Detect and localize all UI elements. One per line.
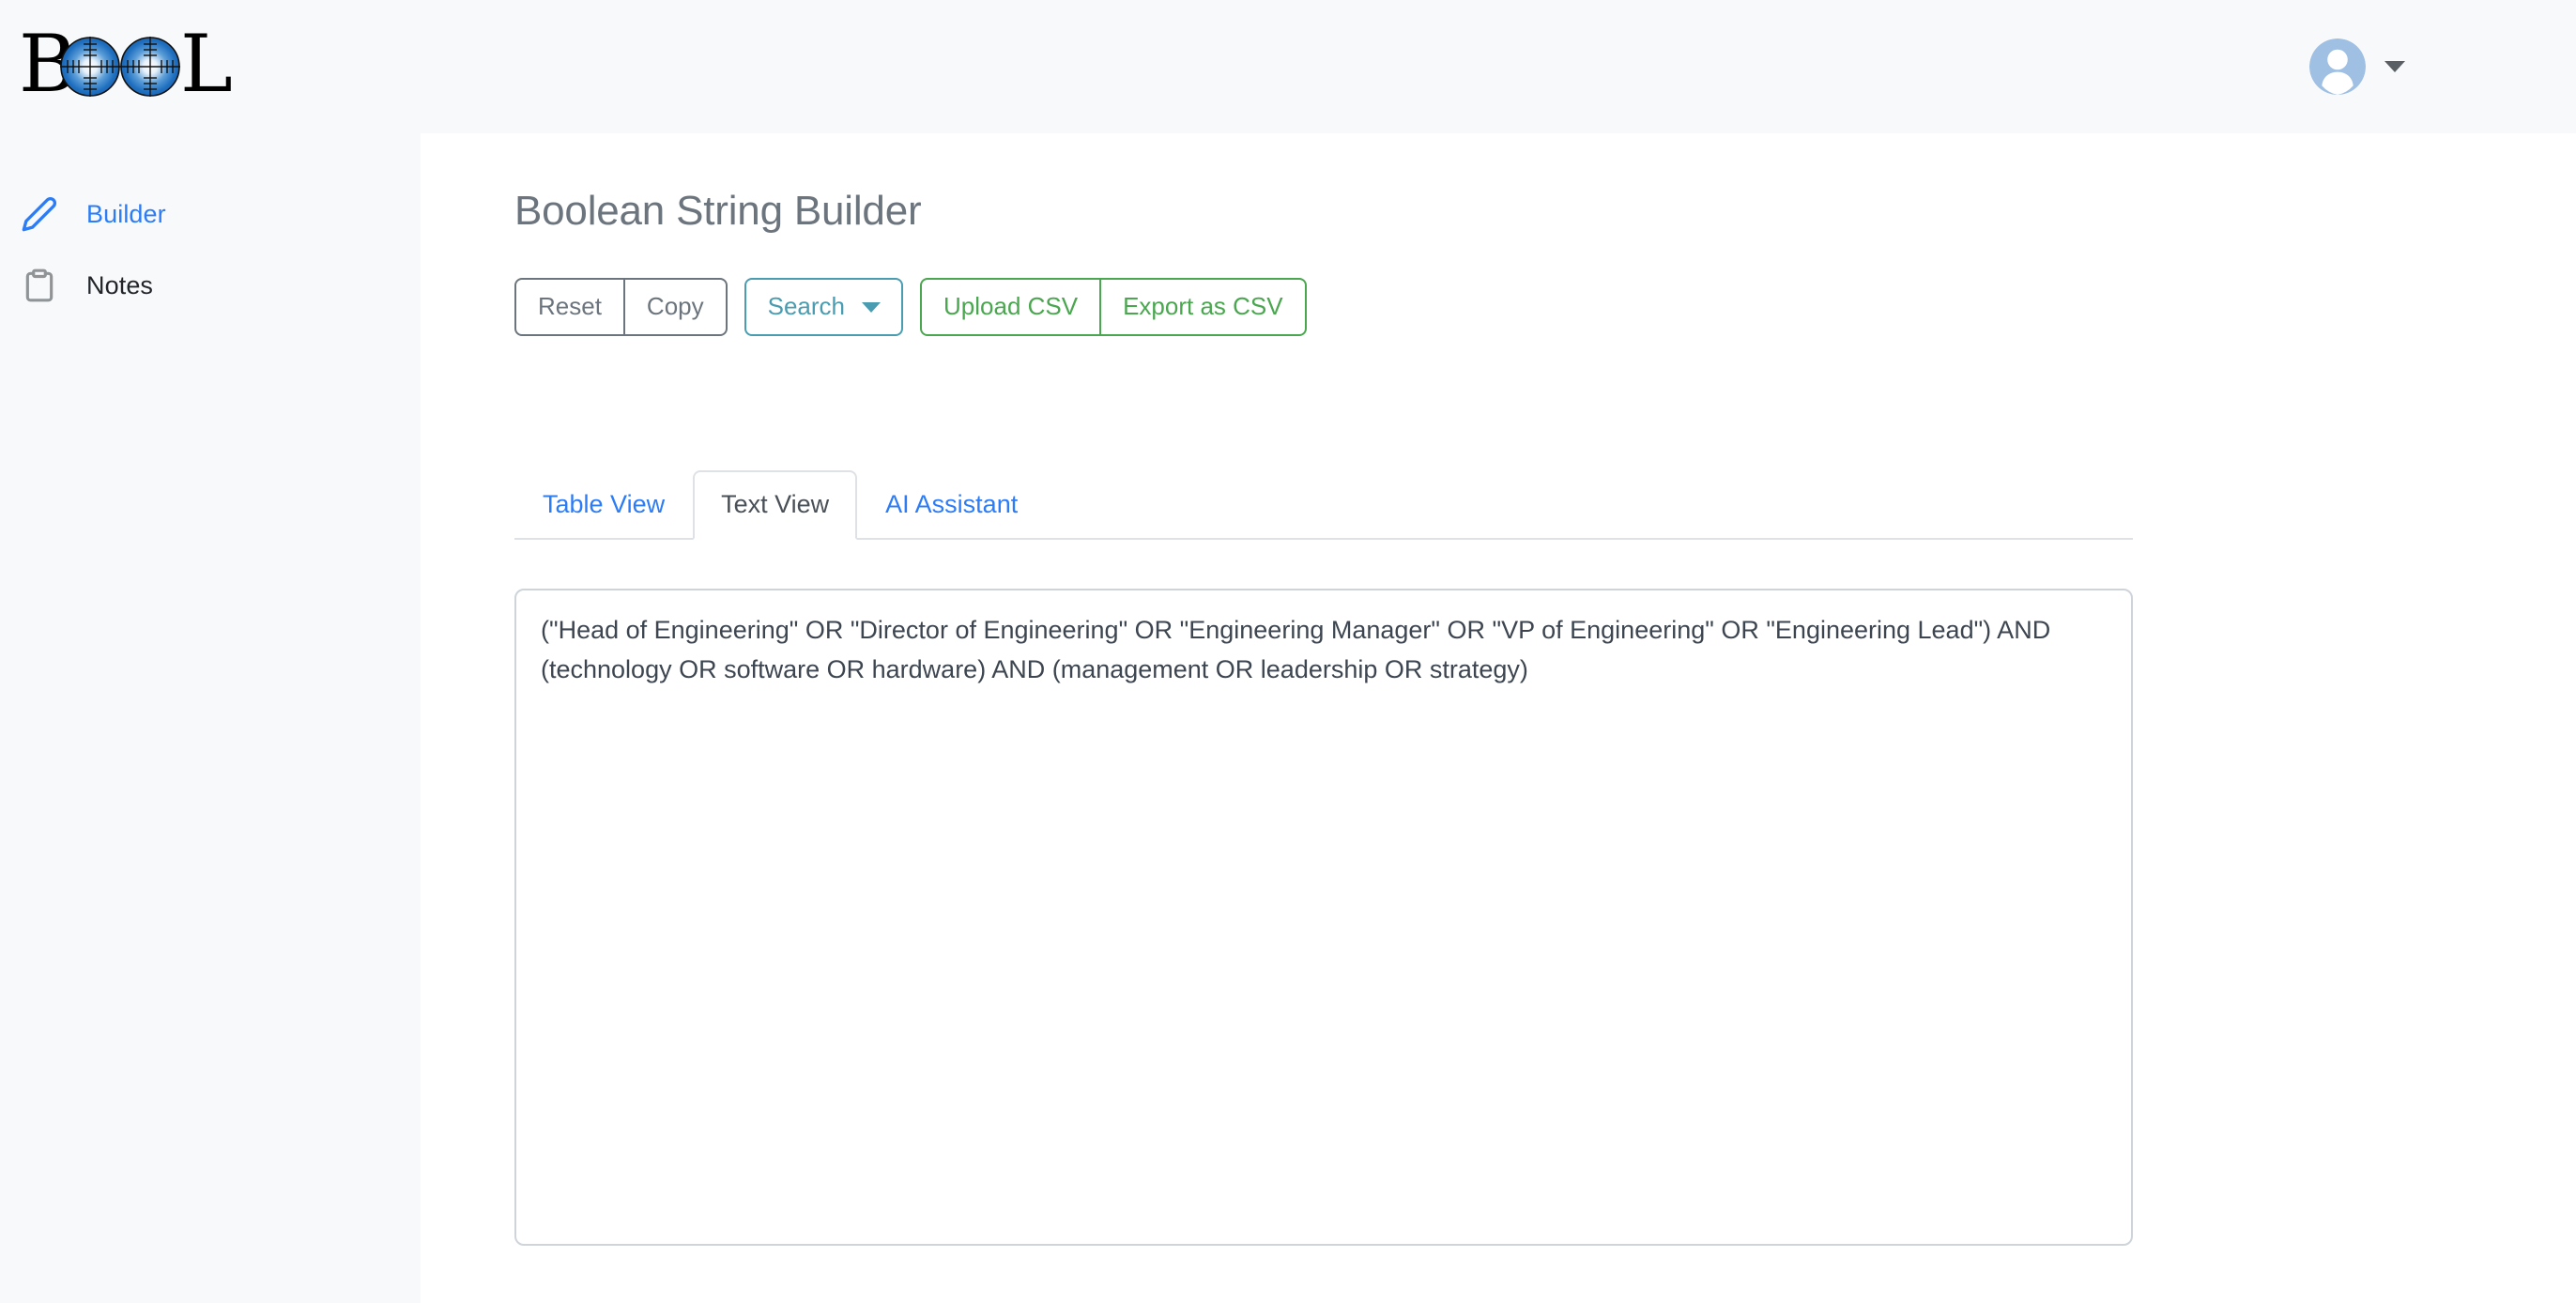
search-dropdown-label: Search [768, 294, 845, 318]
main-content: Boolean String Builder Reset Copy Search… [421, 133, 2576, 1303]
sidebar-item-label: Notes [86, 271, 153, 300]
sidebar-item-notes[interactable]: Notes [0, 250, 421, 321]
search-dropdown-button[interactable]: Search [744, 278, 903, 336]
tab-table-view[interactable]: Table View [514, 470, 693, 540]
editor-panel [514, 589, 2576, 1250]
bool-logo-icon: B [17, 27, 270, 106]
app-root: B [0, 0, 2576, 1303]
sidebar-item-builder[interactable]: Builder [0, 178, 421, 250]
upload-csv-button[interactable]: Upload CSV [920, 278, 1101, 336]
app-header: B [0, 0, 2576, 133]
csv-button-group: Upload CSV Export as CSV [920, 278, 1307, 336]
header-actions [2309, 38, 2405, 95]
chevron-down-icon [2384, 61, 2405, 72]
sidebar-item-label: Builder [86, 200, 166, 229]
svg-text:L: L [180, 27, 233, 106]
export-csv-button[interactable]: Export as CSV [1099, 278, 1307, 336]
tab-text-view[interactable]: Text View [693, 470, 857, 540]
sidebar: Builder Notes [0, 133, 421, 1303]
tab-ai-assistant[interactable]: AI Assistant [857, 470, 1046, 540]
caret-down-icon [862, 302, 881, 313]
reset-copy-button-group: Reset Copy [514, 278, 728, 336]
toolbar: Reset Copy Search Upload CSV Export as C… [514, 278, 2576, 336]
user-avatar-icon [2309, 38, 2366, 95]
page-title: Boolean String Builder [514, 188, 2576, 235]
reset-button[interactable]: Reset [514, 278, 625, 336]
user-menu[interactable] [2309, 38, 2405, 95]
boolean-string-textarea[interactable] [514, 589, 2133, 1246]
view-tabs: Table View Text View AI Assistant [514, 470, 2133, 540]
clipboard-icon [19, 265, 60, 306]
pencil-icon [19, 193, 60, 235]
brand-logo[interactable]: B [17, 0, 270, 133]
copy-button[interactable]: Copy [623, 278, 728, 336]
